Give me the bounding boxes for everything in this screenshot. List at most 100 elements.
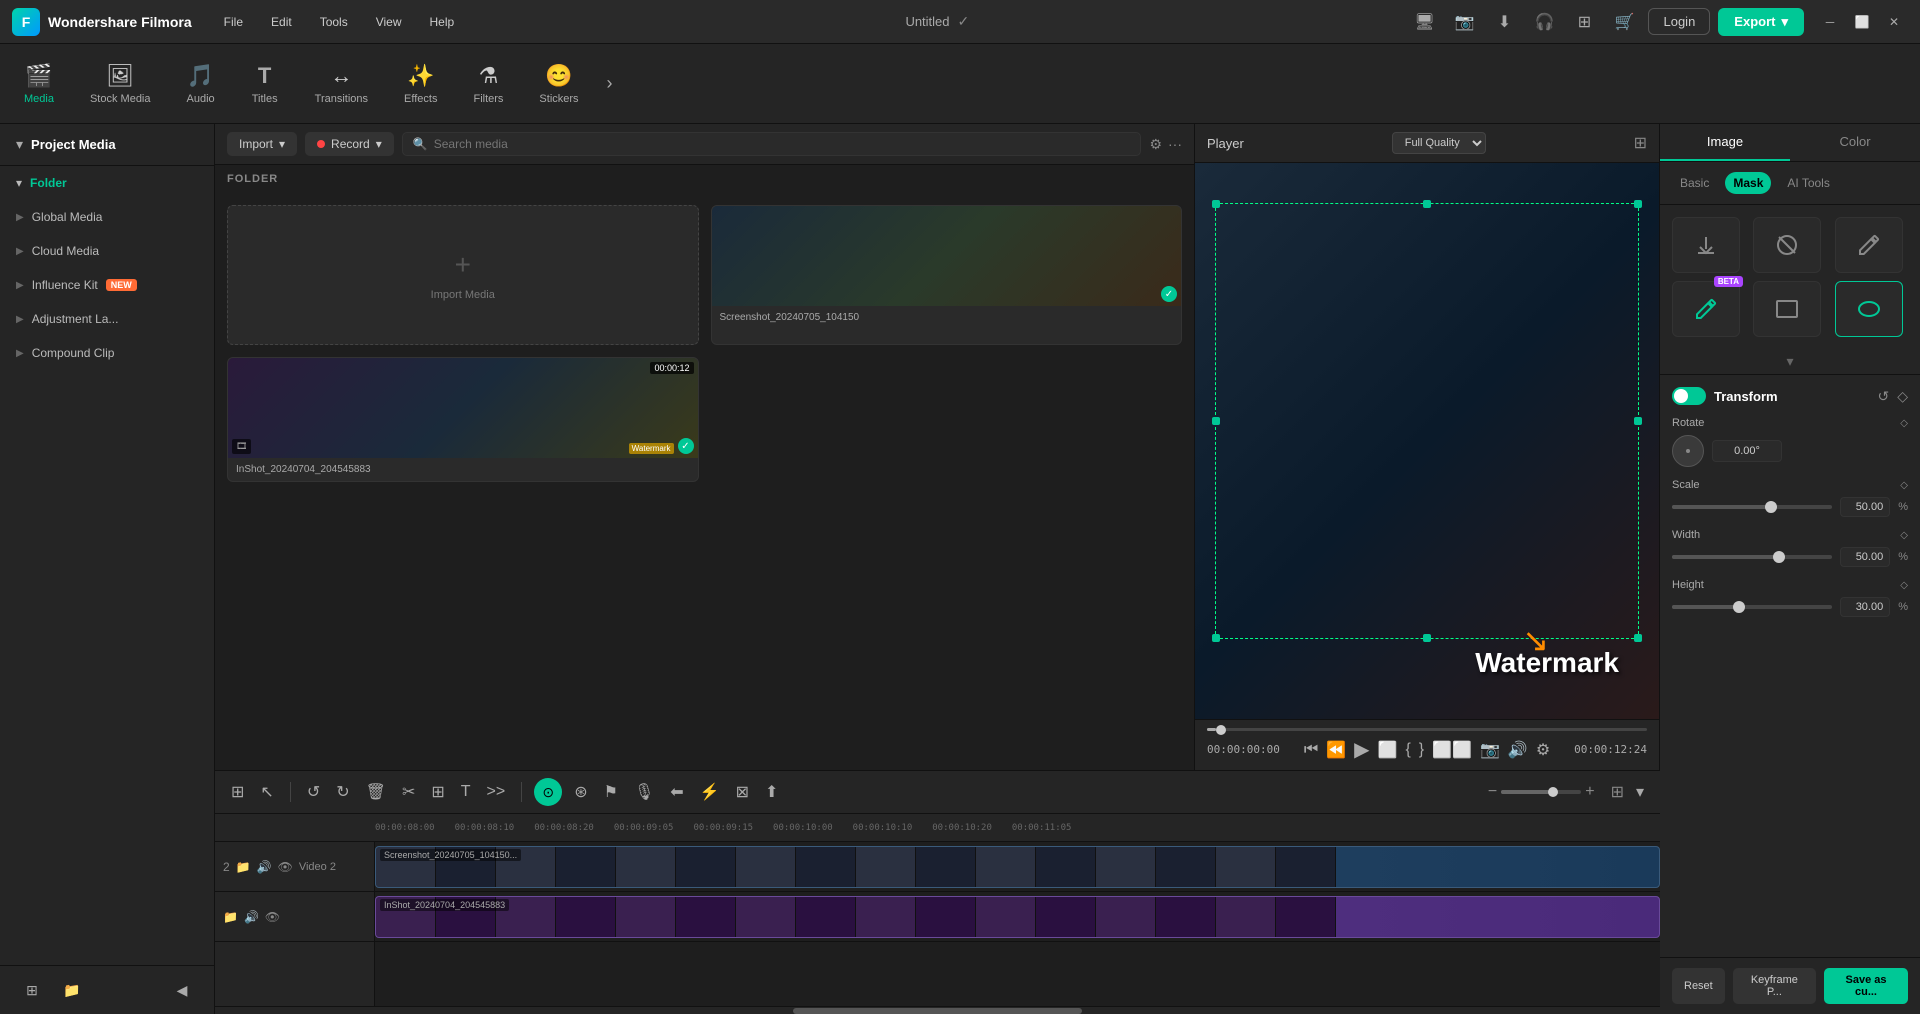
grid-icon[interactable]: ⊞ (1568, 6, 1600, 38)
sidebar-item-influence-kit[interactable]: ▶ Influence Kit NEW (0, 268, 214, 302)
transform-icon[interactable]: ⊠ (732, 778, 753, 806)
height-slider-track[interactable] (1672, 605, 1832, 609)
play-back-button[interactable]: ⏪ (1326, 740, 1346, 760)
cut-icon[interactable]: ✂ (398, 778, 419, 806)
crop-icon[interactable]: ⊞ (427, 778, 448, 806)
mic-icon[interactable]: 🎙 (630, 778, 658, 806)
tool-titles[interactable]: T Titles (235, 55, 295, 113)
progress-track[interactable] (1207, 728, 1647, 731)
login-button[interactable]: Login (1648, 8, 1710, 35)
media-icon[interactable]: 📷 (1448, 6, 1480, 38)
sidebar-item-global-media[interactable]: ▶ Global Media (0, 200, 214, 234)
sel-handle-top[interactable] (1423, 200, 1431, 208)
subtab-ai-tools[interactable]: AI Tools (1779, 172, 1837, 194)
width-slider-track[interactable] (1672, 555, 1832, 559)
select-icon[interactable]: ⊞ (227, 778, 248, 806)
quality-select[interactable]: Full Quality (1392, 132, 1486, 154)
sidebar-item-compound-clip[interactable]: ▶ Compound Clip (0, 336, 214, 370)
clip-inshot[interactable]: InShot_20240704_204545883 (375, 896, 1660, 938)
menu-edit[interactable]: Edit (259, 11, 304, 33)
toolbar-more-button[interactable]: › (599, 65, 621, 102)
zoom-thumb[interactable] (1548, 787, 1558, 797)
mask-none-btn[interactable] (1753, 217, 1821, 273)
mark-out-button[interactable]: } (1419, 741, 1424, 759)
reset-button[interactable]: Reset (1672, 968, 1725, 1004)
scale-slider-thumb[interactable] (1765, 501, 1777, 513)
width-value-input[interactable] (1840, 547, 1890, 567)
mask-download-btn[interactable] (1672, 217, 1740, 273)
menu-file[interactable]: File (212, 11, 255, 33)
sel-handle-br[interactable] (1634, 634, 1642, 642)
tool-stickers[interactable]: 😊 Stickers (523, 55, 594, 113)
tool-audio[interactable]: 🎵 Audio (171, 55, 231, 113)
headphone-icon[interactable]: 🎧 (1528, 6, 1560, 38)
transform-toggle[interactable] (1672, 387, 1706, 405)
delete-icon[interactable]: 🗑 (362, 778, 390, 806)
track-folder-icon[interactable]: 📁 (236, 860, 251, 874)
height-keyframe-icon[interactable]: ◇ (1900, 580, 1908, 591)
play-button[interactable]: ▶ (1354, 737, 1369, 762)
sel-handle-right[interactable] (1634, 417, 1642, 425)
snap-toggle[interactable]: ⊙ (534, 778, 562, 806)
subtab-mask[interactable]: Mask (1725, 172, 1771, 194)
volume-button[interactable]: 🔊 (1508, 740, 1528, 760)
more-tools-icon[interactable]: >> (483, 779, 510, 805)
menu-view[interactable]: View (364, 11, 414, 33)
mask-ellipse-btn[interactable] (1835, 281, 1903, 337)
more-icon[interactable]: ··· (1168, 136, 1182, 153)
tool-effects[interactable]: ✨ Effects (388, 55, 453, 113)
search-input[interactable] (434, 137, 1131, 151)
clip-screenshot[interactable]: Screenshot_20240705_104150... (375, 846, 1660, 888)
player-expand-icon[interactable]: ⊞ (1634, 133, 1647, 153)
snapshot-button[interactable]: 📷 (1480, 740, 1500, 760)
monitor-icon[interactable]: 🖥 (1408, 6, 1440, 38)
transform-reset-icon[interactable]: ↺ (1877, 388, 1889, 405)
record-button[interactable]: Record ▾ (305, 132, 394, 156)
rotate-keyframe-icon[interactable]: ◇ (1900, 418, 1908, 429)
menu-help[interactable]: Help (418, 11, 467, 33)
scale-value-input[interactable] (1840, 497, 1890, 517)
track1-folder-icon[interactable]: 📁 (223, 910, 238, 924)
media-card-inshot[interactable]: 00:00:12 ✓ 🎞 Watermark InShot_20240704_2… (227, 357, 699, 482)
progress-thumb[interactable] (1216, 725, 1226, 735)
width-keyframe-icon[interactable]: ◇ (1900, 530, 1908, 541)
sidebar-item-adjustment[interactable]: ▶ Adjustment La... (0, 302, 214, 336)
rotate-value-input[interactable]: 0.00° (1712, 440, 1782, 462)
tab-color[interactable]: Color (1790, 124, 1920, 161)
settings-button[interactable]: ⚙ (1536, 740, 1550, 760)
import-media-card[interactable]: + Import Media (227, 205, 699, 345)
collapse-icon[interactable]: ▾ (16, 136, 23, 153)
mark-in-button[interactable]: { (1405, 741, 1410, 759)
prev-frame-button[interactable]: ⏮ (1304, 741, 1318, 759)
close-button[interactable]: ✕ (1880, 8, 1908, 36)
download-icon[interactable]: ⬇ (1488, 6, 1520, 38)
track-eye-icon[interactable]: 👁 (278, 860, 293, 874)
tool-transitions[interactable]: ↔ Transitions (299, 55, 384, 113)
minimize-button[interactable]: ─ (1816, 8, 1844, 36)
scroll-thumb[interactable] (793, 1008, 1082, 1014)
shop-icon[interactable]: 🛒 (1608, 6, 1640, 38)
menu-tools[interactable]: Tools (308, 11, 360, 33)
maximize-button[interactable]: ⬜ (1848, 8, 1876, 36)
timeline-more-icon[interactable]: ▾ (1632, 778, 1648, 806)
track-volume-icon[interactable]: 🔊 (257, 860, 272, 874)
sel-handle-tl[interactable] (1212, 200, 1220, 208)
media-card-screenshot[interactable]: ✓ Screenshot_20240705_104150 (711, 205, 1183, 345)
keyframe-button[interactable]: Keyframe P... (1733, 968, 1816, 1004)
scale-slider-track[interactable] (1672, 505, 1832, 509)
tool-stock-media[interactable]: 🖼 Stock Media (74, 55, 167, 113)
export-button[interactable]: Export ▾ (1718, 8, 1804, 36)
width-slider-thumb[interactable] (1773, 551, 1785, 563)
transform-diamond-icon[interactable]: ◇ (1897, 388, 1908, 405)
track1-eye-icon[interactable]: 👁 (265, 910, 280, 924)
save-custom-button[interactable]: Save as cu... (1824, 968, 1908, 1004)
height-slider-thumb[interactable] (1733, 601, 1745, 613)
collapse-panel-icon[interactable]: ◀ (166, 974, 198, 1006)
marker-icon[interactable]: ⚑ (600, 778, 622, 806)
tool-media[interactable]: 🎬 Media (8, 55, 70, 113)
rotate-knob[interactable] (1672, 435, 1704, 467)
subtab-basic[interactable]: Basic (1672, 172, 1717, 194)
sel-handle-bl[interactable] (1212, 634, 1220, 642)
import-button[interactable]: Import ▾ (227, 132, 297, 156)
sidebar-item-folder[interactable]: ▾ Folder (0, 166, 214, 200)
